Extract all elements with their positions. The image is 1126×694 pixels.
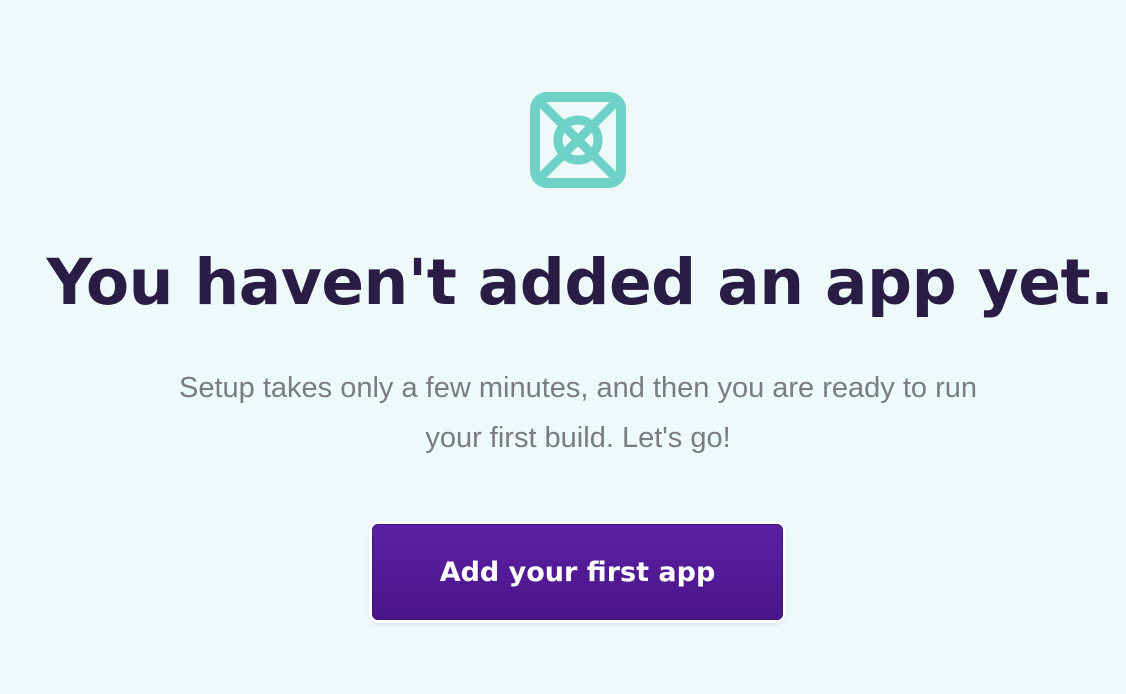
add-first-app-button-label: Add your first app <box>439 556 716 588</box>
add-first-app-button[interactable]: Add your first app <box>372 524 783 620</box>
empty-state-headline: You haven't added an app yet. <box>46 246 1115 319</box>
app-placeholder-icon <box>530 92 626 188</box>
empty-state-description: Setup takes only a few minutes, and then… <box>179 372 977 454</box>
empty-state: You haven't added an app yet. Setup take… <box>0 0 1126 694</box>
